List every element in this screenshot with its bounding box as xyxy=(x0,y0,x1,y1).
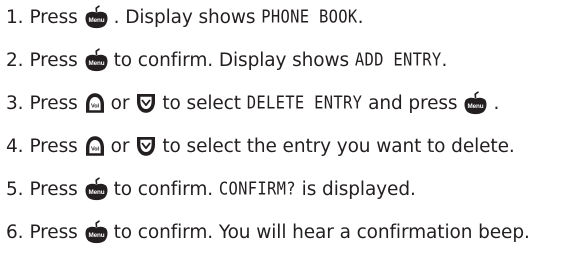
step-number: 6. xyxy=(6,221,24,243)
step-1: 1. Press Menu . Display shows PHONE BOOK. xyxy=(6,2,363,32)
step-text: Press xyxy=(29,49,78,71)
step-number: 2. xyxy=(6,49,24,71)
step-text: to confirm. Display shows xyxy=(113,49,355,71)
vol-icon-label: Vol xyxy=(91,147,100,153)
step-text: . xyxy=(357,6,364,28)
step-text: to confirm. You will hear a confirmation… xyxy=(113,221,530,243)
step-text: or xyxy=(110,92,130,114)
step-text: or xyxy=(110,135,130,157)
display-text: ADD ENTRY xyxy=(354,49,442,71)
step-number: 1. xyxy=(6,6,24,28)
display-text: CONFIRM? xyxy=(218,178,296,200)
menu-icon-label: Menu xyxy=(88,189,104,196)
menu-button-icon: Menu xyxy=(84,220,109,244)
menu-icon-label: Menu xyxy=(88,17,104,24)
step-text: Press xyxy=(29,178,78,200)
display-text: DELETE ENTRY xyxy=(246,92,363,114)
menu-button-icon: Menu xyxy=(84,177,109,201)
menu-icon-label: Menu xyxy=(88,60,104,67)
menu-icon-label: Menu xyxy=(468,103,484,110)
down-button-icon xyxy=(135,92,157,114)
menu-icon-label: Menu xyxy=(88,232,104,239)
step-6: 6. Press Menu to confirm. You will hear a c… xyxy=(6,217,530,247)
step-text: and press xyxy=(362,92,458,114)
step-text: is displayed. xyxy=(295,178,416,200)
down-button-icon xyxy=(135,135,157,157)
step-text: Press xyxy=(29,135,78,157)
step-4: 4. Press Vol or to select the entry you want… xyxy=(6,131,515,161)
step-number: 5. xyxy=(6,178,24,200)
step-text: to select xyxy=(162,92,247,114)
step-5: 5. Press Menu to confirm. CONFIRM? is displ… xyxy=(6,174,416,204)
vol-icon-label: Vol xyxy=(91,104,100,110)
display-text: PHONE BOOK xyxy=(261,6,358,28)
menu-button-icon: Menu xyxy=(84,48,109,72)
step-text: Press xyxy=(29,92,78,114)
step-text: Press xyxy=(29,6,78,28)
menu-button-icon: Menu xyxy=(84,5,109,29)
step-text: to confirm. xyxy=(113,178,219,200)
step-text: to select the entry you want to delete. xyxy=(162,135,515,157)
step-2: 2. Press Menu to confirm. Display shows ADD… xyxy=(6,45,447,75)
step-text: . xyxy=(493,92,500,114)
step-text: . xyxy=(441,49,448,71)
step-3: 3. Press Vol or to select DELETE ENTRY and p… xyxy=(6,88,499,118)
menu-button-icon: Menu xyxy=(463,91,488,115)
volume-up-button-icon: Vol xyxy=(84,92,106,114)
step-text: Press xyxy=(29,221,78,243)
step-number: 3. xyxy=(6,92,24,114)
volume-up-button-icon: Vol xyxy=(84,135,106,157)
step-text: . Display shows xyxy=(113,6,262,28)
step-number: 4. xyxy=(6,135,24,157)
